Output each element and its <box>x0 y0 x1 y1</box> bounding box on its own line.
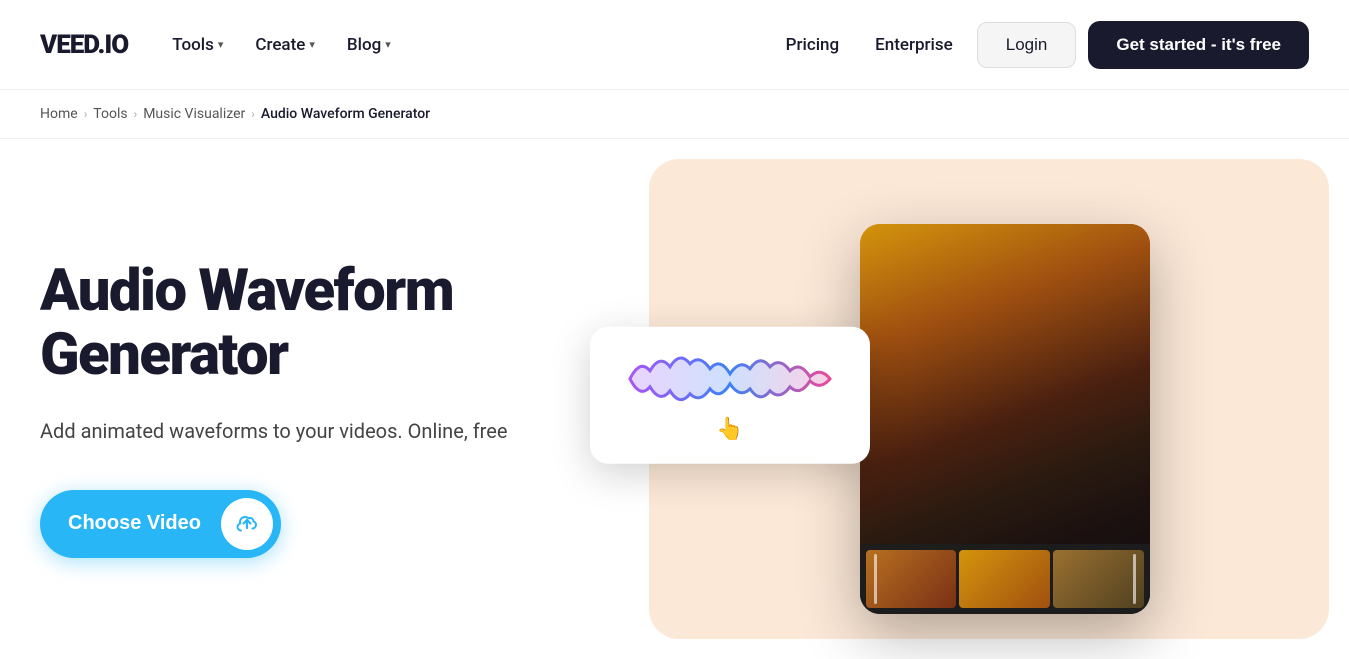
video-mockup <box>860 224 1150 614</box>
nav-enterprise[interactable]: Enterprise <box>863 27 965 63</box>
choose-video-button[interactable]: Choose Video <box>40 490 281 558</box>
hero-description: Add animated waveforms to your videos. O… <box>40 416 560 446</box>
get-started-button[interactable]: Get started - it's free <box>1088 21 1309 69</box>
breadcrumb-current: Audio Waveform Generator <box>261 106 430 122</box>
nav-tools[interactable]: Tools ▾ <box>160 27 235 63</box>
breadcrumb-home[interactable]: Home <box>40 106 78 122</box>
timeline-strip <box>860 544 1150 614</box>
timeline-thumb-1 <box>866 550 957 608</box>
chevron-down-icon: ▾ <box>309 38 315 51</box>
login-button[interactable]: Login <box>977 22 1077 68</box>
chevron-down-icon: ▾ <box>385 38 391 51</box>
nav-right: Pricing Enterprise Login Get started - i… <box>774 21 1309 69</box>
hero-title: Audio Waveform Generator <box>40 260 560 388</box>
nav-pricing[interactable]: Pricing <box>774 27 852 63</box>
timeline-thumb-2 <box>959 550 1050 608</box>
video-image <box>860 224 1150 614</box>
chevron-down-icon: ▾ <box>218 38 224 51</box>
breadcrumb-sep-2: › <box>134 107 138 121</box>
timeline-marker-right <box>1133 554 1136 604</box>
timeline-thumb-3 <box>1053 550 1144 608</box>
choose-video-label: Choose Video <box>68 512 201 535</box>
waveform-svg <box>620 349 840 409</box>
breadcrumb-sep-3: › <box>251 107 255 121</box>
nav-tools-label: Tools <box>172 35 214 55</box>
breadcrumb-music-visualizer[interactable]: Music Visualizer <box>143 106 245 122</box>
hero-section: Audio Waveform Generator Add animated wa… <box>0 139 1349 659</box>
cursor-icon: 👆 <box>716 417 743 442</box>
hero-left: Audio Waveform Generator Add animated wa… <box>40 260 600 558</box>
timeline-marker-left <box>874 554 877 604</box>
waveform-card: 👆 <box>590 327 870 464</box>
nav-create[interactable]: Create ▾ <box>243 27 327 63</box>
navbar: VEED.IO Tools ▾ Create ▾ Blog ▾ Pricing … <box>0 0 1349 90</box>
breadcrumb: Home › Tools › Music Visualizer › Audio … <box>0 90 1349 139</box>
breadcrumb-tools[interactable]: Tools <box>93 106 127 122</box>
nav-blog[interactable]: Blog ▾ <box>335 27 403 63</box>
nav-create-label: Create <box>255 35 305 55</box>
nav-blog-label: Blog <box>347 35 381 55</box>
hero-right: 👆 <box>600 199 1309 619</box>
breadcrumb-sep-1: › <box>84 107 88 121</box>
nav-left: Tools ▾ Create ▾ Blog ▾ <box>160 27 403 63</box>
upload-icon <box>221 498 273 550</box>
logo[interactable]: VEED.IO <box>40 30 128 60</box>
